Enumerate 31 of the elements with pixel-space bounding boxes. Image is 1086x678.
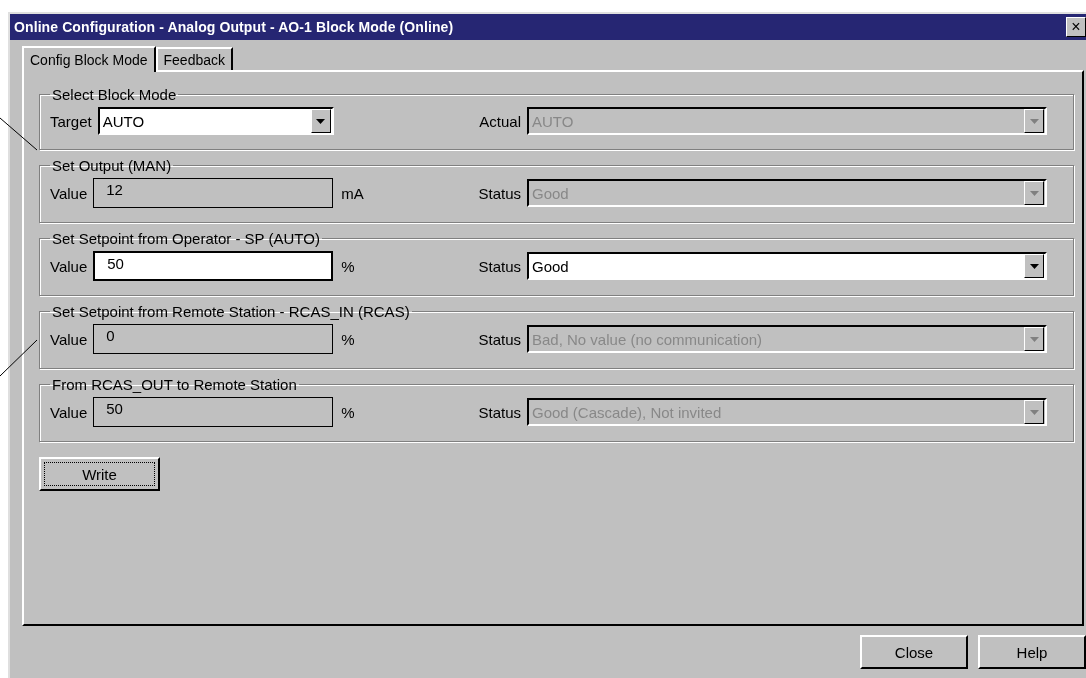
group-title: Set Setpoint from Remote Station - RCAS_IN (RCAS)	[51, 303, 411, 320]
group-title: Set Output (MAN)	[51, 157, 173, 174]
unit-label: %	[341, 403, 355, 421]
field-label: Value	[50, 184, 88, 202]
field-label: Status	[478, 184, 521, 202]
dropdown[interactable]: Good	[527, 252, 1047, 280]
field-label: Value	[50, 257, 88, 275]
field-label: Status	[478, 330, 521, 348]
tab[interactable]: Config Block Mode	[22, 46, 156, 72]
field-label: Status	[478, 257, 521, 275]
field-label: Value	[50, 330, 88, 348]
tab[interactable]: Feedback	[155, 47, 233, 70]
leader-line	[0, 339, 38, 377]
unit-label: %	[341, 257, 355, 275]
unit-label: %	[341, 330, 355, 348]
close-button[interactable]: ×	[1066, 17, 1086, 37]
write-button[interactable]: Write	[39, 457, 160, 491]
field-label: Actual	[479, 112, 521, 130]
leader-line	[0, 117, 38, 151]
group-title: Select Block Mode	[51, 86, 178, 103]
dialog-button[interactable]: Help	[978, 635, 1086, 669]
window-title: Online Configuration - Analog Output - AO-1 Block Mode (Online)	[14, 19, 454, 35]
input-field[interactable]: 50	[93, 251, 334, 281]
field-label: Target	[50, 112, 92, 130]
field-label: Status	[478, 403, 521, 421]
group-title: From RCAS_OUT to Remote Station	[51, 376, 298, 393]
dialog-button[interactable]: Close	[860, 635, 968, 669]
dropdown[interactable]: AUTO	[97, 107, 334, 135]
group-title: Set Setpoint from Operator - SP (AUTO)	[51, 230, 321, 247]
unit-label: mA	[341, 184, 364, 202]
field-label: Value	[50, 403, 88, 421]
